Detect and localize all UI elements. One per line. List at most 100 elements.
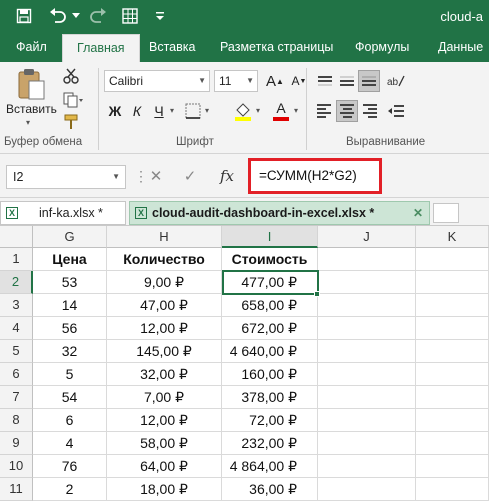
row-header[interactable]: 2: [0, 271, 33, 294]
table-grid-icon[interactable]: [118, 5, 142, 27]
new-tab-button[interactable]: [433, 203, 459, 223]
table-cell[interactable]: 58,00 ₽: [107, 432, 222, 455]
table-cell[interactable]: 5: [33, 363, 107, 386]
align-top-icon[interactable]: [314, 70, 336, 92]
align-middle-icon[interactable]: [336, 70, 358, 92]
align-center-icon[interactable]: [336, 100, 358, 122]
fill-color-icon[interactable]: [232, 100, 254, 122]
tab-file[interactable]: Файл: [16, 34, 47, 62]
table-cell[interactable]: [416, 271, 489, 294]
header-cell[interactable]: Стоимость: [222, 248, 318, 271]
header-cell[interactable]: [416, 248, 489, 271]
table-cell[interactable]: 232,00 ₽: [222, 432, 318, 455]
undo-icon[interactable]: [46, 5, 70, 27]
paste-icon[interactable]: [10, 66, 52, 102]
table-cell[interactable]: [416, 317, 489, 340]
bold-button[interactable]: Ж: [104, 100, 126, 122]
spreadsheet-grid[interactable]: G H I J K 1 Цена Количество Стоимость 2 53 9,0…: [0, 226, 489, 502]
workbook-tab-cloud-audit[interactable]: X cloud-audit-dashboard-in-excel.xlsx * …: [129, 201, 430, 225]
row-header[interactable]: 10: [0, 455, 33, 478]
table-cell[interactable]: 12,00 ₽: [107, 317, 222, 340]
table-cell[interactable]: 18,00 ₽: [107, 478, 222, 501]
table-cell[interactable]: [416, 386, 489, 409]
table-cell[interactable]: 54: [33, 386, 107, 409]
column-header-k[interactable]: K: [416, 226, 489, 248]
table-cell[interactable]: 378,00 ₽: [222, 386, 318, 409]
save-icon[interactable]: [12, 5, 36, 27]
row-header[interactable]: 1: [0, 248, 33, 271]
row-header[interactable]: 7: [0, 386, 33, 409]
column-header-g[interactable]: G: [33, 226, 107, 248]
borders-dropdown-icon[interactable]: ▾: [205, 106, 209, 115]
header-cell[interactable]: Количество: [107, 248, 222, 271]
table-cell[interactable]: 160,00 ₽: [222, 363, 318, 386]
table-cell[interactable]: 32,00 ₽: [107, 363, 222, 386]
align-left-icon[interactable]: [314, 100, 336, 122]
font-color-button[interactable]: A: [270, 100, 292, 122]
table-cell[interactable]: 76: [33, 455, 107, 478]
table-cell[interactable]: [318, 363, 416, 386]
table-cell[interactable]: 477,00 ₽: [222, 271, 318, 294]
paste-dropdown-icon[interactable]: ▾: [26, 118, 30, 127]
font-name-combo[interactable]: Calibri ▼: [104, 70, 210, 92]
row-header[interactable]: 5: [0, 340, 33, 363]
tab-insert[interactable]: Вставка: [149, 34, 195, 62]
table-cell[interactable]: 6: [33, 409, 107, 432]
header-cell[interactable]: [318, 248, 416, 271]
tab-data[interactable]: Данные: [438, 34, 483, 62]
table-cell[interactable]: 145,00 ₽: [107, 340, 222, 363]
cut-icon[interactable]: [60, 66, 82, 86]
italic-button[interactable]: К: [126, 100, 148, 122]
table-cell[interactable]: [416, 340, 489, 363]
table-cell[interactable]: 72,00 ₽: [222, 409, 318, 432]
table-cell[interactable]: [318, 432, 416, 455]
table-cell[interactable]: [318, 271, 416, 294]
fill-color-dropdown-icon[interactable]: ▾: [256, 106, 260, 115]
font-size-combo[interactable]: 11 ▼: [214, 70, 258, 92]
tab-page-layout[interactable]: Разметка страницы: [220, 34, 333, 62]
table-cell[interactable]: 4 640,00 ₽: [222, 340, 318, 363]
workbook-tab-inf-ka[interactable]: X inf-ka.xlsx *: [0, 201, 126, 225]
table-cell[interactable]: [416, 363, 489, 386]
row-header[interactable]: 9: [0, 432, 33, 455]
format-painter-icon[interactable]: [60, 112, 82, 132]
tab-formulas[interactable]: Формулы: [355, 34, 409, 62]
table-cell[interactable]: 32: [33, 340, 107, 363]
table-cell[interactable]: 64,00 ₽: [107, 455, 222, 478]
redo-icon[interactable]: [86, 5, 110, 27]
table-cell[interactable]: 658,00 ₽: [222, 294, 318, 317]
table-cell[interactable]: [416, 478, 489, 501]
row-header[interactable]: 4: [0, 317, 33, 340]
tab-home[interactable]: Главная: [62, 34, 140, 62]
undo-dropdown-icon[interactable]: [70, 5, 82, 27]
customize-toolbar-icon[interactable]: [150, 5, 170, 27]
table-cell[interactable]: 36,00 ₽: [222, 478, 318, 501]
table-cell[interactable]: [416, 455, 489, 478]
table-cell[interactable]: 14: [33, 294, 107, 317]
align-bottom-icon[interactable]: [358, 70, 380, 92]
close-icon[interactable]: ✕: [413, 202, 423, 224]
table-cell[interactable]: [318, 386, 416, 409]
row-header[interactable]: 11: [0, 478, 33, 501]
decrease-indent-icon[interactable]: [384, 100, 408, 122]
enter-icon[interactable]: ✓: [180, 164, 200, 188]
fill-handle[interactable]: [314, 291, 320, 297]
font-color-dropdown-icon[interactable]: ▾: [294, 106, 298, 115]
borders-icon[interactable]: [182, 101, 204, 121]
table-cell[interactable]: 9,00 ₽: [107, 271, 222, 294]
table-cell[interactable]: [416, 432, 489, 455]
table-cell[interactable]: [318, 455, 416, 478]
column-header-j[interactable]: J: [318, 226, 416, 248]
grow-font-button[interactable]: A ▲: [264, 70, 286, 92]
table-cell[interactable]: [318, 294, 416, 317]
table-cell[interactable]: [318, 409, 416, 432]
underline-dropdown-icon[interactable]: ▾: [170, 106, 174, 115]
row-header[interactable]: 6: [0, 363, 33, 386]
table-cell[interactable]: [318, 340, 416, 363]
insert-function-icon[interactable]: fx: [216, 164, 238, 188]
cancel-icon[interactable]: ✕: [146, 164, 166, 188]
table-cell[interactable]: [318, 478, 416, 501]
table-cell[interactable]: 7,00 ₽: [107, 386, 222, 409]
select-all-corner[interactable]: [0, 226, 33, 248]
orientation-icon[interactable]: ab: [384, 70, 408, 92]
